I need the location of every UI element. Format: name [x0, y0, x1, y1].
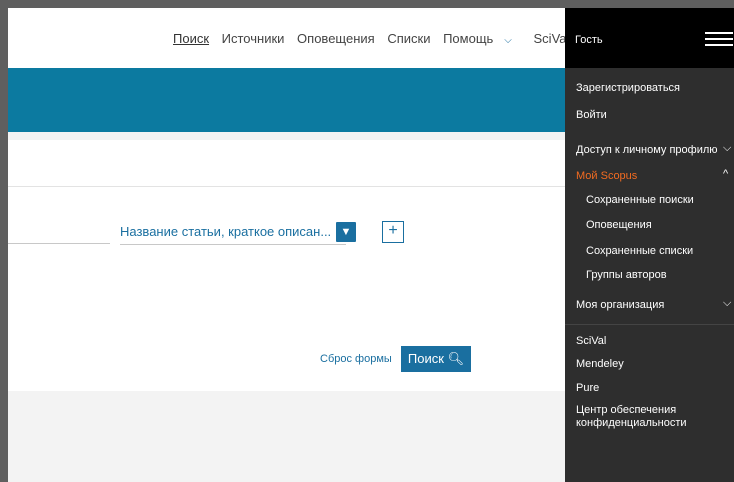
- divider: [8, 132, 568, 140]
- menu-divider: [565, 324, 734, 325]
- chevron-down-icon: ⌵: [723, 142, 732, 154]
- reset-form-link[interactable]: Сброс формы: [320, 353, 392, 365]
- chevron-down-icon[interactable]: ▼: [336, 222, 356, 242]
- nav-help[interactable]: Помощь ⌵: [443, 31, 521, 46]
- register-link[interactable]: Зарегистрироваться: [576, 82, 680, 94]
- footer-area: [8, 391, 568, 482]
- login-link[interactable]: Войти: [576, 109, 607, 121]
- field-select-value: Название статьи, краткое описан...: [120, 224, 332, 239]
- plus-icon: +: [388, 222, 398, 239]
- guest-label: Гость: [575, 34, 603, 46]
- search-icon: 🔍︎: [447, 351, 465, 366]
- field-select[interactable]: Название статьи, краткое описан... ▼: [120, 222, 356, 245]
- scival-link[interactable]: SciVal: [576, 335, 606, 347]
- privacy-center-link[interactable]: Центр обеспечения конфиденциальности: [576, 404, 706, 430]
- top-nav: Поиск Источники Оповещения Списки Помощь…: [8, 8, 569, 68]
- chevron-down-icon: ⌵: [723, 297, 732, 309]
- nav-links: Поиск Источники Оповещения Списки Помощь…: [173, 31, 578, 46]
- hamburger-menu-icon[interactable]: [705, 32, 733, 46]
- mendeley-link[interactable]: Mendeley: [576, 358, 624, 370]
- chevron-down-icon: ⌵: [504, 35, 512, 46]
- nav-search[interactable]: Поиск: [173, 31, 209, 46]
- chevron-up-icon: ^: [723, 168, 729, 180]
- profile-access-item[interactable]: Доступ к личному профилю: [576, 144, 718, 156]
- nav-help-label: Помощь: [443, 31, 494, 46]
- saved-lists-link[interactable]: Сохраненные списки: [586, 245, 693, 257]
- add-field-button[interactable]: +: [382, 221, 404, 243]
- search-tabs-row: [8, 140, 568, 187]
- search-button[interactable]: Поиск 🔍︎: [401, 346, 471, 372]
- search-input-underline[interactable]: [8, 243, 110, 244]
- header-banner: [8, 68, 568, 132]
- search-button-label: Поиск: [407, 351, 444, 366]
- nav-lists[interactable]: Списки: [387, 31, 430, 46]
- saved-searches-link[interactable]: Сохраненные поиски: [586, 194, 694, 206]
- my-scopus-item[interactable]: Мой Scopus: [576, 170, 637, 182]
- nav-alerts[interactable]: Оповещения: [297, 31, 375, 46]
- author-groups-link[interactable]: Группы авторов: [586, 269, 667, 281]
- alerts-link[interactable]: Оповещения: [586, 219, 652, 231]
- nav-sources[interactable]: Источники: [222, 31, 285, 46]
- side-menu-panel: Гость Зарегистрироваться Войти Доступ к …: [565, 8, 734, 482]
- pure-link[interactable]: Pure: [576, 382, 599, 394]
- my-organization-item[interactable]: Моя организация: [576, 299, 664, 311]
- side-menu-header: Гость: [565, 8, 734, 68]
